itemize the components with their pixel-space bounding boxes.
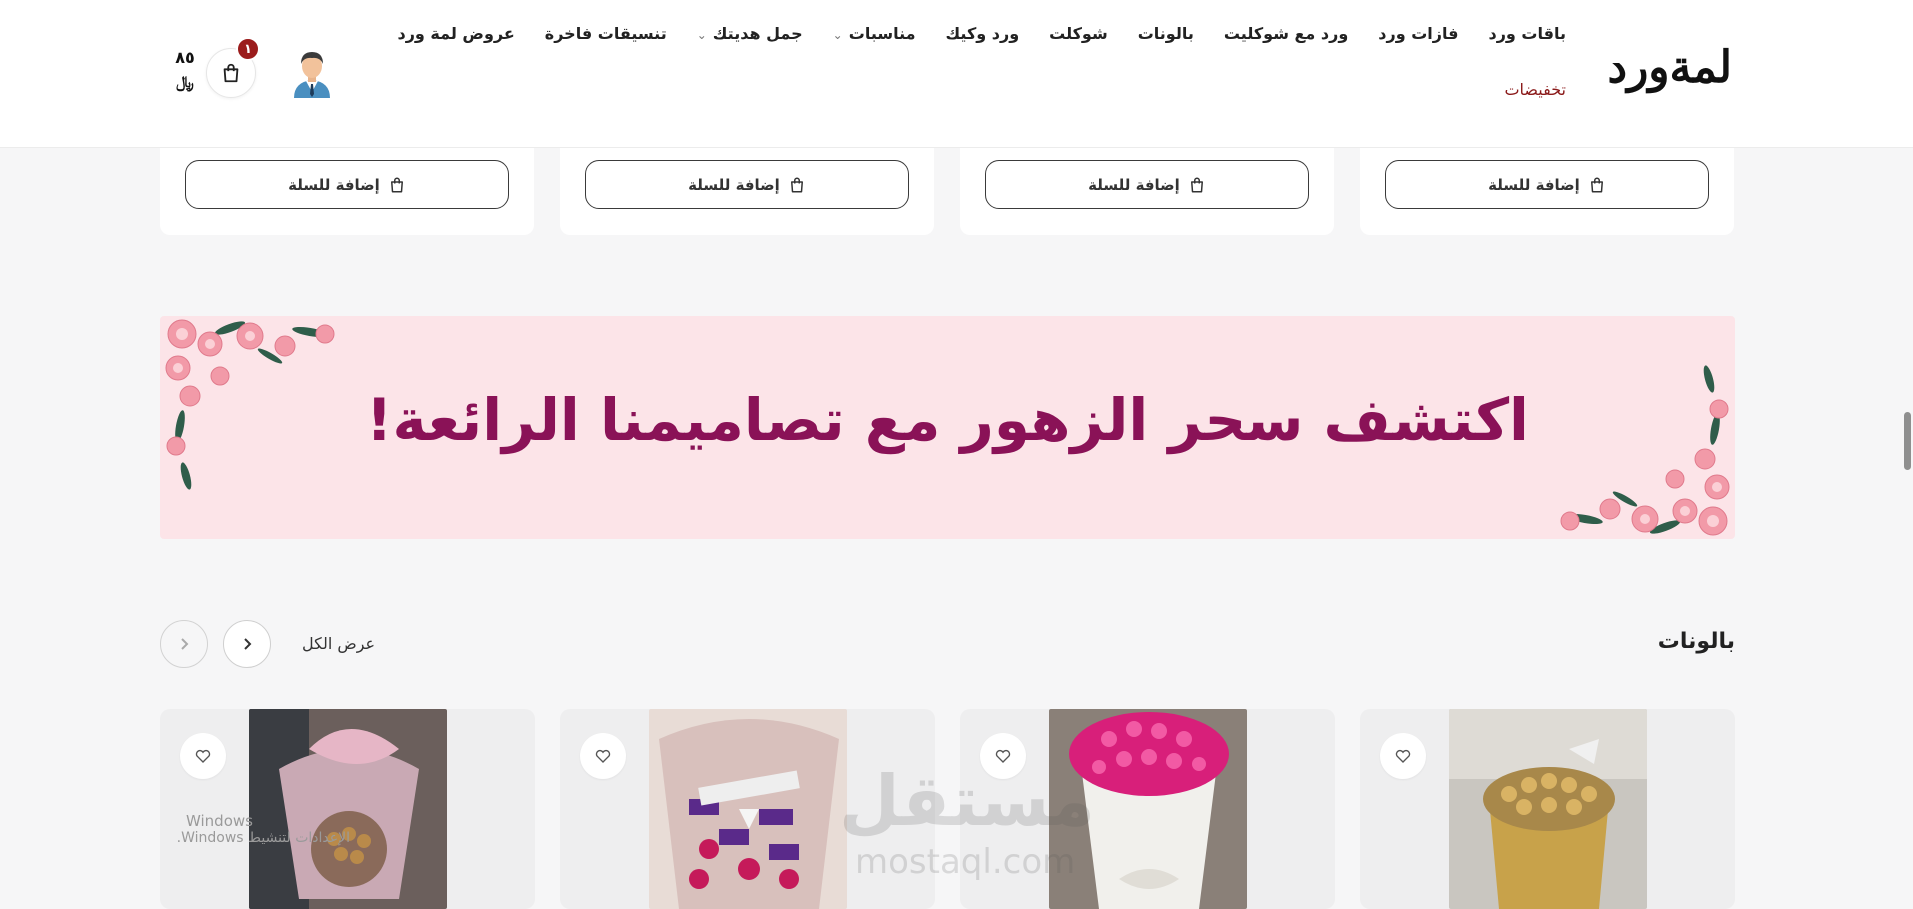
product-image[interactable] — [649, 709, 847, 909]
heart-icon — [595, 749, 611, 763]
promo-banner[interactable]: اكتشف سحر الزهور مع تصاميمنا الرائعة! — [160, 316, 1735, 539]
add-to-cart-button[interactable]: إضافة للسلة — [185, 160, 509, 209]
carousel-prev-button[interactable] — [160, 620, 208, 668]
product-card: إضافة للسلة — [1360, 147, 1734, 235]
shopping-bag-icon — [790, 177, 803, 192]
product-image[interactable] — [1449, 709, 1647, 909]
add-to-cart-button[interactable]: إضافة للسلة — [1385, 160, 1709, 209]
heart-icon — [195, 749, 211, 763]
roses-decoration-icon — [1560, 365, 1730, 536]
chevron-down-icon: ⌄ — [832, 28, 843, 42]
nav-item-balloons[interactable]: بالونات — [1123, 18, 1209, 74]
chevron-down-icon: ⌄ — [696, 28, 707, 42]
product-card[interactable] — [160, 709, 535, 909]
site-watermark: مستقل mostaql.com — [835, 760, 1095, 882]
nav-item-flower-bouquets[interactable]: باقات ورد — [1473, 18, 1581, 74]
cart-total-amount: ٨٥ — [175, 48, 195, 67]
user-avatar-icon[interactable] — [290, 48, 334, 98]
site-logo[interactable]: لمةورد — [1607, 42, 1733, 93]
chevron-right-icon — [181, 638, 189, 650]
product-card: إضافة للسلة — [160, 147, 534, 235]
windows-activation-notice: Windows الإعدادات لتنشيط Windows. — [90, 812, 350, 846]
watermark-text: مستقل — [838, 760, 1095, 842]
shopping-bag-icon — [1590, 177, 1603, 192]
product-card[interactable] — [1360, 709, 1735, 909]
site-header: لمةورد باقات ورد فازات ورد ورد مع شوكليت… — [0, 0, 1913, 148]
nav-item-gift-phrases[interactable]: جمل هديتك ⌄ — [682, 18, 818, 74]
section-title: بالونات — [1657, 629, 1735, 654]
product-card: إضافة للسلة — [560, 147, 934, 235]
product-card: إضافة للسلة — [960, 147, 1334, 235]
cart-count-badge: ١ — [236, 37, 260, 61]
add-to-cart-button[interactable]: إضافة للسلة — [585, 160, 909, 209]
nav-item-chocolate[interactable]: شوكلت — [1034, 18, 1123, 74]
activation-line-1: Windows — [186, 812, 253, 830]
scrollbar-thumb[interactable] — [1904, 412, 1911, 470]
chevron-right-icon — [244, 638, 252, 650]
nav-item-discounts[interactable]: تخفيضات — [1489, 74, 1581, 130]
banner-headline: اكتشف سحر الزهور مع تصاميمنا الرائعة! — [366, 386, 1529, 454]
heart-icon — [1395, 749, 1411, 763]
main-nav: باقات ورد فازات ورد ورد مع شوكليت بالونا… — [361, 18, 1581, 130]
nav-item-flowers-cake[interactable]: ورد وكيك — [931, 18, 1035, 74]
activation-line-2: الإعدادات لتنشيط Windows. — [176, 830, 350, 846]
view-all-link[interactable]: عرض الكل — [302, 634, 375, 653]
nav-item-flowers-chocolate[interactable]: ورد مع شوكليت — [1209, 18, 1363, 74]
shopping-bag-icon — [1190, 177, 1203, 192]
nav-item-occasions[interactable]: مناسبات ⌄ — [818, 18, 931, 74]
shopping-bag-icon — [223, 63, 239, 83]
cart-total: ٨٥ ﷼ — [168, 46, 202, 94]
currency-symbol: ﷼ — [176, 72, 194, 91]
nav-item-flower-vases[interactable]: فازات ورد — [1363, 18, 1473, 74]
carousel-next-button[interactable] — [223, 620, 271, 668]
wishlist-button[interactable] — [580, 733, 626, 779]
add-to-cart-button[interactable]: إضافة للسلة — [985, 160, 1309, 209]
wishlist-button[interactable] — [180, 733, 226, 779]
shopping-bag-icon — [390, 177, 403, 192]
watermark-url: mostaql.com — [855, 842, 1076, 882]
wishlist-button[interactable] — [1380, 733, 1426, 779]
nav-item-offers[interactable]: عروض لمة ورد — [382, 18, 529, 74]
product-image[interactable] — [249, 709, 447, 909]
nav-item-luxury-arrangements[interactable]: تنسيقات فاخرة — [530, 18, 682, 74]
